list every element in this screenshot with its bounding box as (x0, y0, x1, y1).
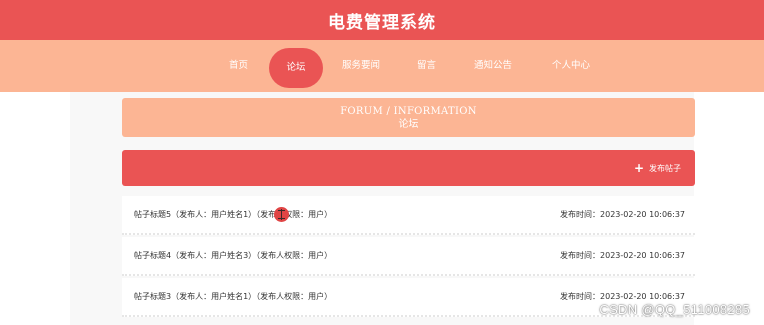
post-time: 发布时间：2023-02-20 10:06:37 (560, 251, 685, 260)
post-row[interactable]: 帖子标题4（发布人：用户姓名3）（发布人权限：用户） 发布时间：2023-02-… (122, 237, 695, 276)
post-title[interactable]: 帖子标题4（发布人：用户姓名3）（发布人权限：用户） (134, 237, 332, 274)
watermark: CSDN @QQ_511008285 (599, 302, 750, 317)
banner-title-cn: 论坛 (398, 119, 419, 130)
nav-item-announcements[interactable]: 通知公告 (474, 40, 512, 92)
post-time: 发布时间：2023-02-20 10:06:37 (560, 210, 685, 219)
nav-item-messages[interactable]: 留言 (417, 40, 436, 92)
add-post-label: 发布帖子 (649, 164, 681, 173)
post-list: 帖子标题5（发布人：用户姓名1）（发布人权限：用户） 发布时间：2023-02-… (122, 196, 695, 319)
banner-title-en: FORUM / INFORMATION (340, 106, 477, 117)
post-title[interactable]: 帖子标题3（发布人：用户姓名1）（发布人权限：用户） (134, 278, 332, 315)
header-bar: 电费管理系统 (0, 0, 764, 40)
add-post-button[interactable]: + 发布帖子 (634, 150, 681, 186)
post-title[interactable]: 帖子标题5（发布人：用户姓名1）（发布人权限：用户） (134, 196, 332, 233)
section-banner: FORUM / INFORMATION 论坛 (122, 98, 695, 137)
text-cursor-icon (274, 207, 289, 222)
post-row[interactable]: 帖子标题5（发布人：用户姓名1）（发布人权限：用户） 发布时间：2023-02-… (122, 196, 695, 235)
nav-item-service-news[interactable]: 服务要闻 (342, 40, 380, 92)
nav-item-profile[interactable]: 个人中心 (552, 40, 590, 92)
page: 电费管理系统 首页 论坛 服务要闻 留言 通知公告 个人中心 FORUM / I… (0, 0, 764, 325)
nav-item-forum[interactable]: 论坛 (269, 48, 323, 88)
nav-item-home[interactable]: 首页 (229, 40, 248, 92)
action-bar: + 发布帖子 (122, 150, 695, 186)
site-title: 电费管理系统 (328, 12, 436, 33)
plus-icon: + (633, 161, 644, 175)
nav-bar: 首页 论坛 服务要闻 留言 通知公告 个人中心 (0, 40, 764, 92)
